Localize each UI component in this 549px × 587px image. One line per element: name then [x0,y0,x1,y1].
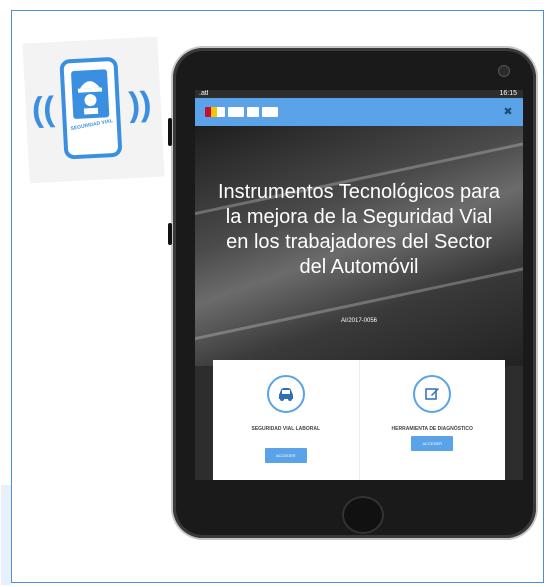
power-button [168,223,172,245]
phone-icon: SEGURIDAD VIAL [59,56,123,160]
card-label: SEGURIDAD VIAL LABORAL [251,426,321,432]
signal-wave-left-icon: (( [30,90,56,130]
tablet-screen: .atl 16:15 ✖ Instrumentos Tecnológicos p… [195,90,523,480]
institution-logos [205,107,278,117]
ministry-logo [228,107,244,117]
car-icon [266,375,305,413]
project-code: AI/2017-0056 [340,318,378,324]
foundation-logo [262,107,278,117]
home-button[interactable] [342,496,384,534]
card-diagnostic-tool: HERRAMIENTA DE DIAGNÓSTICO ACCEDER [358,360,506,480]
volume-button [168,118,172,146]
tools-cards: SEGURIDAD VIAL LABORAL ACCEDER HERRAMIEN… [213,360,505,480]
card-road-safety: SEGURIDAD VIAL LABORAL ACCEDER [213,360,359,480]
edit-icon [413,375,452,413]
site-header: ✖ [195,98,523,126]
side-strip [1,485,11,585]
government-logo [205,107,225,117]
close-icon: ✖ [503,106,513,118]
worker-helmet-icon [70,69,110,120]
card-label: HERRAMIENTA DE DIAGNÓSTICO [391,426,473,432]
close-button[interactable]: ✖ [501,105,515,119]
status-time: 16:15 [499,90,517,97]
app-icon-illustration: (( )) SEGURIDAD VIAL [22,36,165,184]
partner-logo [247,107,259,117]
app-icon-label: SEGURIDAD VIAL [70,118,114,133]
access-button[interactable]: ACCEDER [411,436,454,451]
camera-icon [498,65,510,77]
signal-wave-right-icon: )) [127,84,153,125]
status-bar: .atl 16:15 [195,90,523,98]
hero-title: Instrumentos Tecnológicos para la mejora… [217,181,500,278]
signal-indicator: .atl [199,90,209,97]
access-button[interactable]: ACCEDER [264,448,307,463]
tablet-device: .atl 16:15 ✖ Instrumentos Tecnológicos p… [168,48,536,538]
